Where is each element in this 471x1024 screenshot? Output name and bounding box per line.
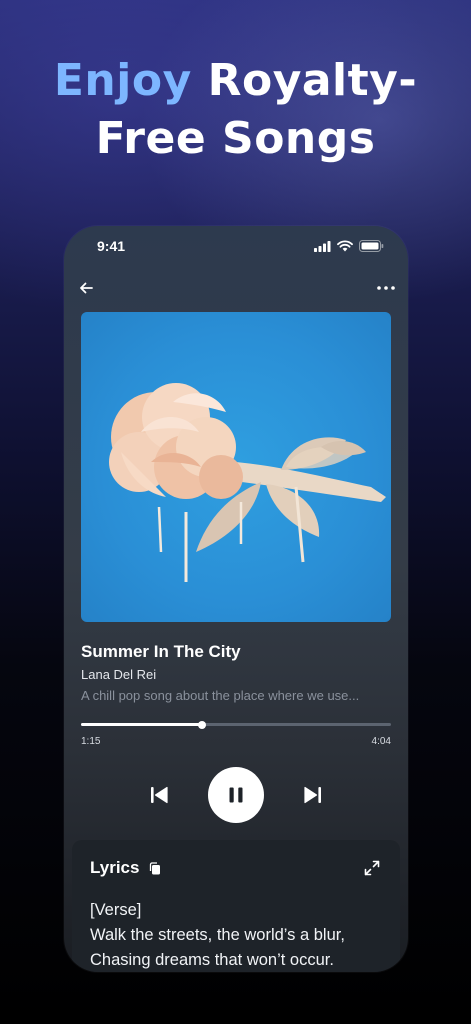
elapsed-time: 1:15 [81, 736, 101, 747]
lyrics-text: [Verse] Walk the streets, the world’s a … [90, 898, 345, 972]
album-cover [81, 312, 391, 622]
headline-line-1: Enjoy Royalty- [0, 52, 471, 110]
song-artist[interactable]: Lana Del Rei [81, 667, 156, 682]
more-options-button[interactable] [374, 276, 398, 300]
status-icons [314, 240, 384, 252]
progress-thumb[interactable] [197, 720, 206, 729]
cellular-signal-icon [314, 240, 331, 252]
promo-headline: Enjoy Royalty- Free Songs [0, 52, 471, 168]
pause-button[interactable] [208, 767, 264, 823]
lyrics-header: Lyrics [90, 858, 161, 878]
more-dots-icon [377, 286, 395, 290]
progress-bar[interactable] [81, 720, 391, 729]
headline-line-2: Free Songs [95, 113, 376, 164]
next-button[interactable] [302, 784, 324, 806]
total-time: 4:04 [371, 736, 391, 747]
lyrics-line: Walk the streets, the world’s a blur, [90, 926, 345, 944]
progress-fill [81, 723, 202, 726]
previous-button[interactable] [148, 784, 170, 806]
back-button[interactable] [74, 276, 98, 300]
song-description: A chill pop song about the place where w… [81, 688, 360, 703]
expand-icon [364, 860, 380, 876]
headline-accent: Enjoy [53, 55, 192, 106]
copy-icon [150, 861, 161, 874]
headline-rest: Royalty- [207, 55, 418, 106]
song-title: Summer In The City [81, 642, 241, 661]
expand-lyrics-button[interactable] [360, 856, 384, 880]
lyrics-line: [Verse] [90, 901, 142, 919]
player-topbar [64, 276, 408, 300]
copy-lyrics-button[interactable] [149, 861, 161, 875]
playback-controls [64, 767, 408, 823]
lyrics-card: Lyrics [Verse] Walk the streets, the wor… [72, 840, 400, 972]
lyrics-line: Chasing dreams that won’t occur. [90, 951, 334, 969]
battery-icon [359, 240, 384, 252]
skip-next-icon [304, 786, 321, 804]
rose-artwork [109, 383, 386, 582]
pause-icon [229, 787, 243, 803]
status-time: 9:41 [97, 238, 126, 254]
lyrics-title: Lyrics [90, 858, 140, 877]
status-bar: 9:41 [64, 236, 408, 258]
back-arrow-icon [80, 282, 93, 294]
phone-mockup: 9:41 Summer In The City Lana Del Rei A c… [64, 226, 408, 972]
wifi-icon [337, 240, 353, 252]
skip-previous-icon [151, 786, 168, 804]
